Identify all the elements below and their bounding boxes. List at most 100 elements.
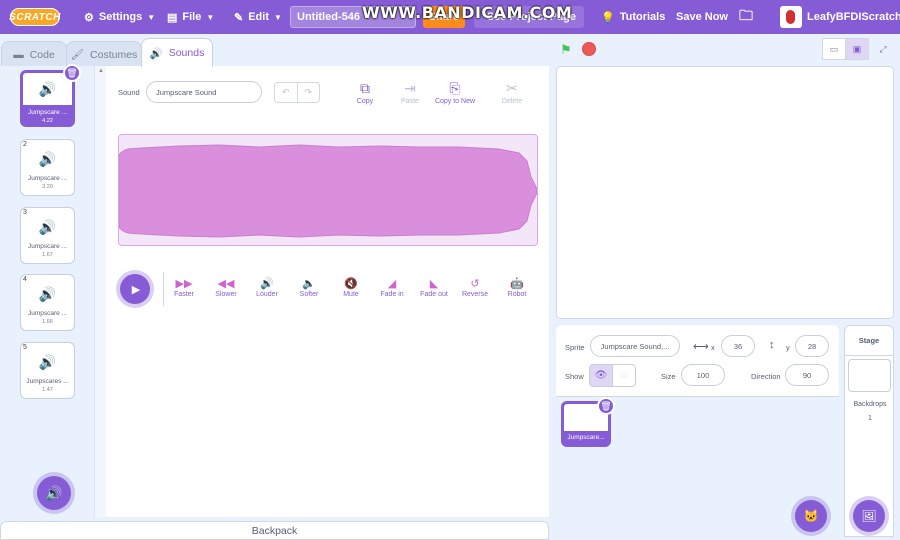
effect-reverse[interactable]: ↺ Reverse <box>455 277 495 298</box>
waveform[interactable] <box>118 134 538 246</box>
x-input[interactable]: 36 <box>721 335 755 357</box>
copy-button[interactable]: ⧉ Copy <box>350 80 380 105</box>
tab-code-label: Code <box>29 48 55 61</box>
reverse-icon: ↺ <box>470 278 480 290</box>
eye-icon[interactable]: 👁 <box>590 365 613 386</box>
paste-icon: ⇥ <box>404 80 416 96</box>
effect-label: Mute <box>343 291 359 298</box>
delete-label: Delete <box>501 98 523 105</box>
effect-faster[interactable]: ▶▶ Faster <box>164 277 204 298</box>
play-button[interactable]: ▶ <box>120 274 150 304</box>
effect-label: Softer <box>299 291 319 298</box>
stage-title: Stage <box>845 326 893 356</box>
settings-menu[interactable]: ⚙ Settings ▼ <box>84 0 155 34</box>
folder-icon: 🗀 <box>739 7 753 23</box>
copy-to-new-button[interactable]: ⎘ Copy to New <box>432 80 478 105</box>
sprite-tile[interactable]: Jumpscare... 🗑 <box>561 397 615 447</box>
effect-label: Slower <box>215 291 237 298</box>
add-sprite-button[interactable]: 🐱 <box>795 500 827 532</box>
sprite-name-input[interactable]: Jumpscare Sound,... <box>590 335 680 357</box>
stage-header: ⚑ ▭ ▣ ⤢ <box>556 38 894 62</box>
copy-to-new-label: Copy to New <box>434 98 476 105</box>
tab-sounds[interactable]: 🔊 Sounds <box>141 38 213 67</box>
fullscreen-button[interactable]: ⤢ <box>871 38 895 60</box>
edit-menu[interactable]: ✎ Edit ▼ <box>234 0 282 34</box>
add-sprite-icon: 🐱 <box>803 509 819 523</box>
effect-label: Louder <box>256 291 278 298</box>
sound-tile-3[interactable]: 3 🔊 Jumpscare ... 1.67 <box>20 207 75 264</box>
effect-fade-in[interactable]: ◢ Fade in <box>372 277 412 298</box>
sound-number: 5 <box>23 344 27 351</box>
sprite-label: Sprite <box>565 343 585 352</box>
sound-tile-5[interactable]: 5 🔊 Jumpscares ... 1.47 <box>20 342 75 399</box>
brush-icon: 🖌 <box>70 49 85 61</box>
y-input[interactable]: 28 <box>795 335 829 357</box>
chevron-down-icon: ▼ <box>274 12 282 22</box>
speaker-icon: 🔊 <box>38 286 57 302</box>
speaker-icon: 🔊 <box>38 219 57 235</box>
fade-in-icon: ◢ <box>387 278 397 290</box>
sound-tile-4[interactable]: 4 🔊 Jumpscare ... 1.66 <box>20 274 75 331</box>
speaker-icon: 🔊 <box>38 151 57 167</box>
sound-duration: 1.47 <box>42 387 53 393</box>
delete-sound-button[interactable]: 🗑 <box>63 64 81 82</box>
sound-number: 2 <box>23 141 27 148</box>
effect-robot[interactable]: 🤖 Robot <box>497 277 537 298</box>
normal-stage-icon: ▣ <box>852 43 862 54</box>
effect-mute[interactable]: 🔇 Mute <box>331 277 371 298</box>
green-flag-icon[interactable]: ⚑ <box>560 42 572 58</box>
small-stage-icon: ▭ <box>829 43 839 54</box>
sound-name: Jumpscare ... <box>27 175 67 182</box>
sound-tile-1[interactable]: 1 🔊 Jumpscare ... 4.22 🗑 <box>20 64 81 127</box>
effect-louder[interactable]: 🔊 Louder <box>247 277 287 298</box>
sound-list-scrollbar[interactable]: ▲ <box>94 66 106 517</box>
paste-button[interactable]: ⇥ Paste <box>395 80 425 105</box>
file-menu[interactable]: ▤ File ▼ <box>167 0 214 34</box>
tab-costumes[interactable]: 🖌 Costumes <box>66 41 142 67</box>
small-stage-button[interactable]: ▭ <box>822 38 846 60</box>
sound-tile-2[interactable]: 2 🔊 Jumpscare ... 3.20 <box>20 139 75 196</box>
trash-icon: 🗑 <box>66 67 78 78</box>
save-now-button[interactable]: Save Now <box>676 0 728 34</box>
softer-icon: 🔈 <box>302 278 316 290</box>
undo-icon[interactable]: ↶ <box>275 83 298 102</box>
my-stuff-button[interactable]: 🗀 <box>739 0 753 34</box>
globe-icon: ⚙ <box>84 11 94 24</box>
username: LeafyBFDIScratch <box>807 11 900 23</box>
scratch-logo[interactable]: SCRATCH <box>9 8 60 26</box>
sound-duration: 1.67 <box>42 252 53 258</box>
add-backdrop-button[interactable]: 🖼 <box>853 500 885 532</box>
y-arrows-icon: ↕ <box>769 339 775 351</box>
stage-canvas[interactable] <box>556 66 894 319</box>
save-now-label: Save Now <box>676 11 728 23</box>
effect-slower[interactable]: ◀◀ Slower <box>206 277 246 298</box>
effect-fade-out[interactable]: ◣ Fade out <box>414 277 454 298</box>
scissors-icon: ✂ <box>506 80 518 96</box>
backpack-header[interactable]: Backpack <box>0 521 549 540</box>
effect-label: Fade out <box>420 291 448 298</box>
speaker-icon: 🔊 <box>149 47 163 60</box>
fullscreen-icon: ⤢ <box>879 43 887 54</box>
effect-softer[interactable]: 🔈 Softer <box>289 277 329 298</box>
x-arrows-icon: ⟷ <box>693 341 709 353</box>
normal-stage-button[interactable]: ▣ <box>845 38 869 60</box>
delete-sprite-button[interactable]: 🗑 <box>597 397 615 415</box>
y-label: y <box>786 343 790 352</box>
eye-hidden-icon[interactable]: ◌ <box>613 365 635 386</box>
sound-name-input[interactable]: Jumpscare Sound <box>146 81 262 103</box>
direction-input[interactable]: 90 <box>785 364 829 386</box>
account-menu[interactable]: LeafyBFDIScratch ▼ <box>780 0 900 34</box>
x-label: x <box>711 343 715 352</box>
sound-number: 1 <box>24 73 28 80</box>
avatar <box>780 6 802 28</box>
redo-icon[interactable]: ↷ <box>298 83 320 102</box>
tutorials-button[interactable]: 💡 Tutorials <box>601 0 665 34</box>
scroll-up-icon[interactable]: ▲ <box>98 68 104 74</box>
size-input[interactable]: 100 <box>681 364 725 386</box>
mute-icon: 🔇 <box>344 278 358 290</box>
tab-code[interactable]: ▬ Code <box>1 41 67 67</box>
stop-icon[interactable] <box>582 42 596 56</box>
add-sound-button[interactable]: 🔊 <box>37 476 71 510</box>
code-icon: ▬ <box>13 48 24 61</box>
delete-button[interactable]: ✂ Delete <box>497 80 527 105</box>
